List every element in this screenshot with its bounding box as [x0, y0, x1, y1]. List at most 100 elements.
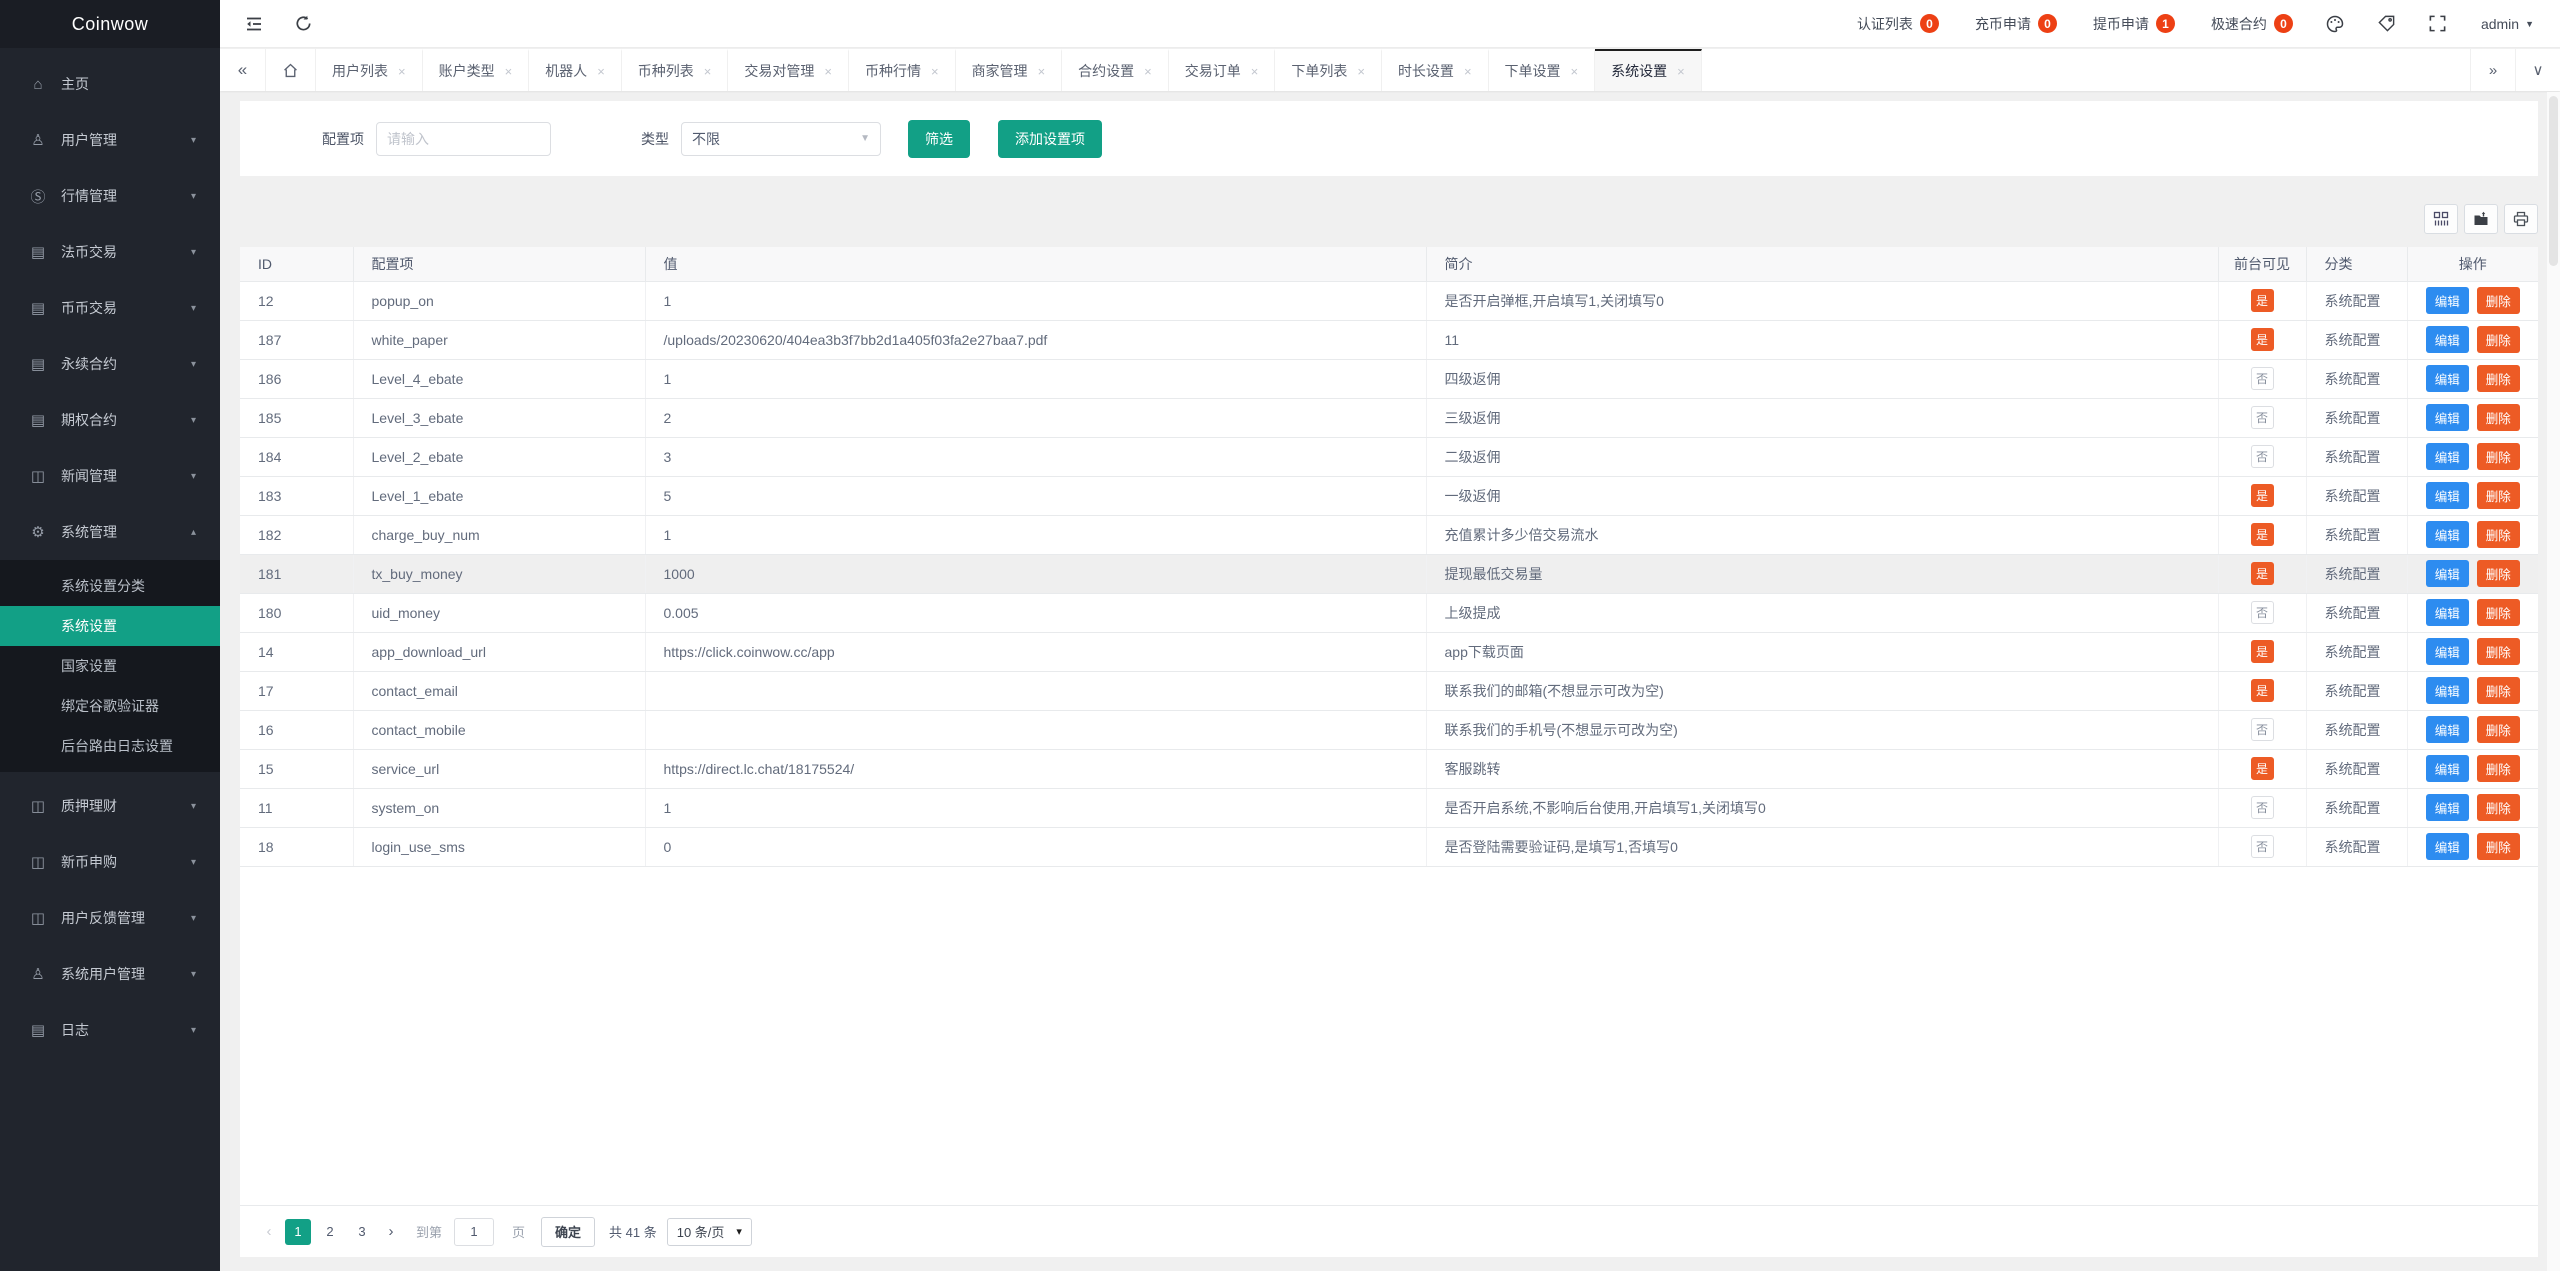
- sidebar-subitem[interactable]: 后台路由日志设置: [0, 726, 220, 766]
- search-button[interactable]: 筛选: [908, 119, 970, 158]
- delete-button[interactable]: 删除: [2476, 677, 2520, 704]
- home-tab[interactable]: [266, 49, 316, 91]
- delete-button[interactable]: 删除: [2476, 404, 2520, 431]
- edit-button[interactable]: 编辑: [2425, 287, 2469, 314]
- sidebar-item[interactable]: Ⓢ 行情管理 ▾: [0, 168, 220, 224]
- scrollbar-thumb[interactable]: [2549, 96, 2558, 266]
- header-shortcut[interactable]: 认证列表 0: [1857, 14, 1939, 34]
- delete-button[interactable]: 删除: [2476, 443, 2520, 470]
- edit-button[interactable]: 编辑: [2425, 326, 2469, 353]
- sidebar-item[interactable]: ♙ 用户管理 ▾: [0, 112, 220, 168]
- sidebar-item[interactable]: ⌂ 主页: [0, 56, 220, 112]
- delete-button[interactable]: 删除: [2476, 833, 2520, 860]
- prev-page-icon[interactable]: ‹: [256, 1223, 282, 1240]
- delete-button[interactable]: 删除: [2476, 638, 2520, 665]
- close-icon[interactable]: ×: [398, 64, 406, 79]
- columns-icon[interactable]: [2424, 204, 2458, 234]
- edit-button[interactable]: 编辑: [2425, 755, 2469, 782]
- user-menu[interactable]: admin ▼: [2481, 16, 2534, 32]
- edit-button[interactable]: 编辑: [2425, 482, 2469, 509]
- tab[interactable]: 币种列表 ×: [622, 49, 729, 91]
- sidebar-item[interactable]: ▤ 日志 ▾: [0, 1002, 220, 1058]
- refresh-icon[interactable]: [294, 14, 313, 33]
- page-number[interactable]: 2: [317, 1219, 343, 1245]
- config-input[interactable]: [376, 121, 551, 156]
- sidebar-item[interactable]: ▤ 法币交易 ▾: [0, 224, 220, 280]
- delete-button[interactable]: 删除: [2476, 560, 2520, 587]
- sidebar-item[interactable]: ♙ 系统用户管理 ▾: [0, 946, 220, 1002]
- tab[interactable]: 时长设置 ×: [1382, 49, 1489, 91]
- close-icon[interactable]: ×: [1357, 64, 1365, 79]
- edit-button[interactable]: 编辑: [2425, 443, 2469, 470]
- sidebar-item[interactable]: ▤ 永续合约 ▾: [0, 336, 220, 392]
- header-shortcut[interactable]: 提币申请 1: [2093, 14, 2175, 34]
- tab[interactable]: 机器人 ×: [529, 49, 622, 91]
- close-icon[interactable]: ×: [597, 64, 605, 79]
- tab[interactable]: 账户类型 ×: [423, 49, 530, 91]
- close-icon[interactable]: ×: [1144, 64, 1152, 79]
- next-page-icon[interactable]: ›: [378, 1223, 404, 1240]
- header-shortcut[interactable]: 极速合约 0: [2211, 14, 2293, 34]
- delete-button[interactable]: 删除: [2476, 326, 2520, 353]
- tab[interactable]: 交易订单 ×: [1169, 49, 1276, 91]
- sidebar-subitem[interactable]: 国家设置: [0, 646, 220, 686]
- add-config-button[interactable]: 添加设置项: [998, 119, 1102, 158]
- confirm-button[interactable]: 确定: [541, 1216, 596, 1247]
- edit-button[interactable]: 编辑: [2425, 638, 2469, 665]
- edit-button[interactable]: 编辑: [2425, 716, 2469, 743]
- tab[interactable]: 币种行情 ×: [849, 49, 956, 91]
- tab[interactable]: 系统设置 ×: [1595, 49, 1702, 91]
- sidebar-item[interactable]: ◫ 质押理财 ▾: [0, 778, 220, 834]
- close-icon[interactable]: ×: [1251, 64, 1259, 79]
- page-number[interactable]: 3: [349, 1219, 375, 1245]
- close-icon[interactable]: ×: [1464, 64, 1472, 79]
- delete-button[interactable]: 删除: [2476, 287, 2520, 314]
- tab[interactable]: 下单设置 ×: [1489, 49, 1596, 91]
- delete-button[interactable]: 删除: [2476, 794, 2520, 821]
- header-shortcut[interactable]: 充币申请 0: [1975, 14, 2057, 34]
- tab[interactable]: 商家管理 ×: [956, 49, 1063, 91]
- menu-fold-icon[interactable]: [244, 14, 264, 34]
- edit-button[interactable]: 编辑: [2425, 521, 2469, 548]
- edit-button[interactable]: 编辑: [2425, 560, 2469, 587]
- sidebar-subitem[interactable]: 系统设置分类: [0, 566, 220, 606]
- tabs-scroll-left-icon[interactable]: «: [220, 49, 266, 91]
- tab[interactable]: 交易对管理 ×: [728, 49, 849, 91]
- page-size-select[interactable]: 10 条/页 ▾: [666, 1217, 752, 1246]
- jump-page-input[interactable]: [454, 1217, 495, 1246]
- sidebar-item[interactable]: ⚙ 系统管理 ▴: [0, 504, 220, 560]
- sidebar-item[interactable]: ◫ 新闻管理 ▾: [0, 448, 220, 504]
- close-icon[interactable]: ×: [1571, 64, 1579, 79]
- sidebar-subitem[interactable]: 绑定谷歌验证器: [0, 686, 220, 726]
- delete-button[interactable]: 删除: [2476, 755, 2520, 782]
- close-icon[interactable]: ×: [505, 64, 513, 79]
- type-select[interactable]: 不限 ▼: [681, 121, 881, 156]
- close-icon[interactable]: ×: [704, 64, 712, 79]
- delete-button[interactable]: 删除: [2476, 482, 2520, 509]
- edit-button[interactable]: 编辑: [2425, 833, 2469, 860]
- edit-button[interactable]: 编辑: [2425, 365, 2469, 392]
- delete-button[interactable]: 删除: [2476, 365, 2520, 392]
- close-icon[interactable]: ×: [1038, 64, 1046, 79]
- tag-icon[interactable]: [2377, 14, 2396, 33]
- close-icon[interactable]: ×: [824, 64, 832, 79]
- palette-icon[interactable]: [2325, 14, 2345, 34]
- tabs-scroll-right-icon[interactable]: »: [2470, 49, 2515, 91]
- delete-button[interactable]: 删除: [2476, 521, 2520, 548]
- fullscreen-icon[interactable]: [2428, 14, 2447, 33]
- sidebar-item[interactable]: ▤ 币币交易 ▾: [0, 280, 220, 336]
- print-icon[interactable]: [2504, 204, 2538, 234]
- edit-button[interactable]: 编辑: [2425, 794, 2469, 821]
- export-icon[interactable]: [2464, 204, 2498, 234]
- edit-button[interactable]: 编辑: [2425, 404, 2469, 431]
- edit-button[interactable]: 编辑: [2425, 677, 2469, 704]
- delete-button[interactable]: 删除: [2476, 716, 2520, 743]
- sidebar-subitem[interactable]: 系统设置: [0, 606, 220, 646]
- close-icon[interactable]: ×: [931, 64, 939, 79]
- sidebar-item[interactable]: ◫ 新币申购 ▾: [0, 834, 220, 890]
- sidebar-item[interactable]: ◫ 用户反馈管理 ▾: [0, 890, 220, 946]
- close-icon[interactable]: ×: [1677, 64, 1685, 79]
- tab[interactable]: 合约设置 ×: [1062, 49, 1169, 91]
- delete-button[interactable]: 删除: [2476, 599, 2520, 626]
- tabs-dropdown-icon[interactable]: ∨: [2515, 49, 2560, 91]
